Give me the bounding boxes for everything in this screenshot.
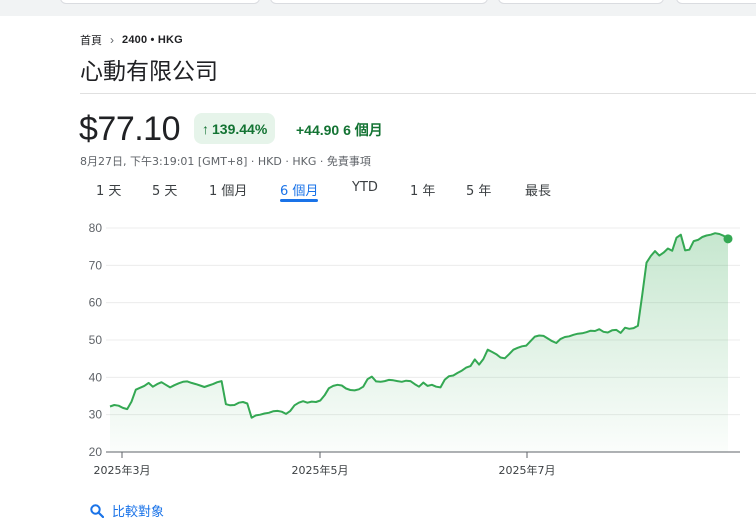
- top-search-chip[interactable]: [676, 0, 756, 4]
- price-area: [110, 233, 728, 452]
- tab-5d[interactable]: 5 天: [152, 180, 177, 199]
- x-tick-label: 2025年3月: [94, 463, 151, 477]
- arrow-up-icon: ↑: [202, 120, 209, 137]
- chevron-right-icon: ›: [110, 33, 114, 47]
- compare-label: 比較對象: [112, 505, 165, 520]
- breadcrumb-home-link[interactable]: 首頁: [80, 32, 102, 48]
- tab-1d[interactable]: 1 天: [96, 180, 121, 199]
- y-tick-label: 20: [89, 445, 103, 459]
- change-absolute: +44.90 6 個月: [296, 122, 383, 138]
- current-price-dot: [723, 234, 733, 244]
- top-search-strip: [0, 0, 756, 16]
- y-tick-label: 30: [89, 408, 103, 422]
- y-tick-label: 70: [89, 258, 103, 272]
- y-tick-label: 50: [89, 333, 103, 347]
- breadcrumb-ticker: 2400 • HKG: [122, 34, 183, 46]
- change-percent-value: 139.44%: [212, 120, 268, 137]
- tab-1m[interactable]: 1 個月: [209, 180, 247, 199]
- tab-5y[interactable]: 5 年: [466, 180, 491, 199]
- search-icon: [90, 503, 104, 518]
- page-title: 心動有限公司: [80, 59, 218, 85]
- quote-meta: 8月27日, 下午3:19:01 [GMT+8] · HKD · HKG · 免…: [80, 155, 371, 168]
- y-tick-label: 80: [89, 221, 103, 235]
- top-search-chip[interactable]: [60, 0, 260, 4]
- tab-6m[interactable]: 6 個月: [280, 180, 319, 202]
- y-tick-label: 60: [89, 296, 103, 310]
- price-chart[interactable]: 20 30 40 50 60 70 80 2025年3月 2025年5月 2025年7月: [0, 210, 756, 485]
- compare-button[interactable]: 比較對象: [90, 501, 164, 520]
- y-tick-label: 40: [89, 370, 103, 384]
- current-price: $77.10: [79, 110, 181, 148]
- change-percent-badge: ↑ 139.44%: [194, 113, 276, 144]
- divider: [80, 93, 756, 94]
- tab-max[interactable]: 最長: [525, 180, 551, 199]
- x-tick-label: 2025年7月: [499, 463, 556, 477]
- top-search-chip[interactable]: [270, 0, 488, 4]
- x-tick-label: 2025年5月: [292, 463, 349, 477]
- top-search-chip[interactable]: [498, 0, 664, 4]
- tab-1y[interactable]: 1 年: [410, 180, 435, 199]
- tab-ytd[interactable]: YTD: [352, 180, 378, 195]
- breadcrumb: 首頁 › 2400 • HKG: [80, 32, 183, 48]
